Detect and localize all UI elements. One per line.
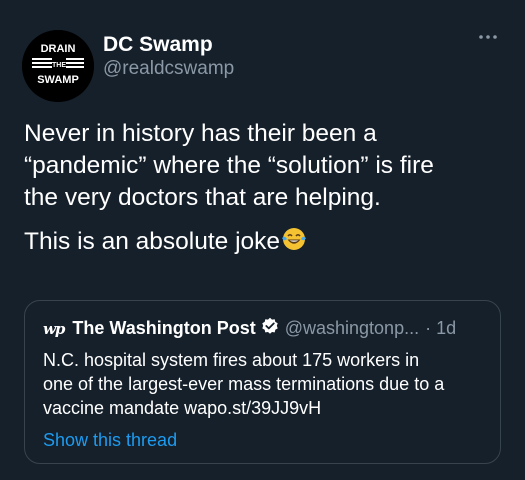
tweet-line: the very doctors that are helping. <box>24 184 381 211</box>
quoted-time: · 1d <box>425 318 457 338</box>
avatar-line1: DRAIN <box>41 43 76 55</box>
quoted-handle: @washingtonp... <box>284 318 420 338</box>
tweet-line: Never in history has their been a <box>24 120 377 147</box>
avatar-line3: SWAMP <box>37 74 79 86</box>
more-horizontal-icon[interactable] <box>476 30 500 44</box>
show-thread-link[interactable]: Show this thread <box>43 430 177 451</box>
laughing-tears-emoji-icon <box>281 226 307 261</box>
avatar[interactable]: DRAIN THE SWAMP <box>22 30 94 102</box>
quoted-source-name: The Washington Post <box>72 318 256 338</box>
quoted-line: N.C. hospital system fires about 175 wor… <box>43 350 420 370</box>
quoted-line: vaccine mandate wapo.st/39JJ9vH <box>43 398 322 418</box>
tweet-paragraph: This is an absolute joke <box>24 226 514 261</box>
author-handle[interactable]: @realdcswamp <box>103 58 234 80</box>
tweet-card: DRAIN THE SWAMP DC Swamp @realdcswamp Ne… <box>0 0 525 480</box>
avatar-line2: THE <box>52 62 66 69</box>
quoted-tweet-card[interactable]: wp The Washington Post @washingtonp... ·… <box>24 300 501 464</box>
tweet-second-paragraph: This is an absolute joke <box>24 228 281 255</box>
quoted-tweet-text: N.C. hospital system fires about 175 wor… <box>43 348 493 420</box>
author-name[interactable]: DC Swamp <box>103 33 213 57</box>
tweet-text: Never in history has their been a “pande… <box>24 118 514 261</box>
washington-post-logo: wp <box>43 319 65 338</box>
tweet-line: “pandemic” where the “solution” is fire <box>24 152 434 179</box>
verified-badge-icon <box>261 317 279 340</box>
quoted-tweet-header: wp The Washington Post @washingtonp... ·… <box>43 317 456 340</box>
quoted-line: one of the largest-ever mass termination… <box>43 374 445 394</box>
drain-the-swamp-logo: DRAIN THE SWAMP <box>22 30 94 102</box>
